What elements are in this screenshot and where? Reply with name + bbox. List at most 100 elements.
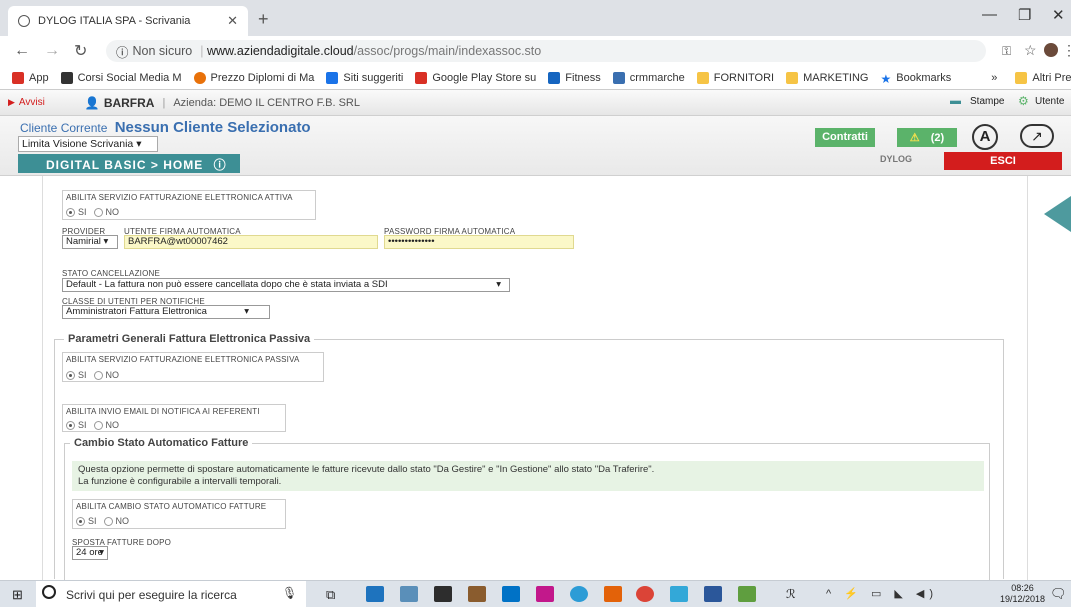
- classe-utenti-select[interactable]: Amministratori Fattura Elettronica ▾: [62, 305, 270, 319]
- word-icon[interactable]: [704, 586, 722, 602]
- close-tab-icon[interactable]: ✕: [227, 13, 238, 29]
- utente-firma-input[interactable]: BARFRA@wt00007462: [124, 235, 378, 249]
- radio-si[interactable]: [66, 420, 75, 430]
- radio-no[interactable]: [93, 207, 103, 217]
- browser-tab[interactable]: DYLOG ITALIA SPA - Scrivania ✕: [8, 6, 248, 36]
- signature-icon[interactable]: A: [972, 124, 998, 150]
- mail-icon[interactable]: [434, 586, 452, 602]
- bookmarks-more[interactable]: »: [991, 72, 997, 84]
- bookmark-item[interactable]: App: [12, 71, 49, 84]
- chevron-down-icon: ▾: [136, 138, 142, 150]
- system-tray-icons[interactable]: ^ ⚡ ▭ ◣ ◀): [826, 587, 938, 600]
- app-icon[interactable]: [604, 586, 622, 602]
- bookmarks-bar: App Corsi Social Media M Prezzo Diplomi …: [0, 66, 1071, 90]
- profile-avatar[interactable]: [1044, 43, 1058, 57]
- folder-icon: [696, 71, 709, 84]
- store-icon[interactable]: [468, 586, 486, 602]
- exit-button[interactable]: ESCI: [944, 152, 1062, 170]
- sposta-select[interactable]: 24 ore ▾: [72, 546, 108, 560]
- bookmark-icon: [60, 71, 73, 84]
- cambio-title: Cambio Stato Automatico Fatture: [70, 437, 253, 449]
- limita-visione-select[interactable]: Limita Visione Scrivania ▾: [18, 136, 158, 152]
- edge-icon[interactable]: [366, 586, 384, 602]
- avvisi-link[interactable]: Avvisi: [19, 97, 45, 108]
- abilita-cambio-label: ABILITA CAMBIO STATO AUTOMATICO FATTURE: [76, 502, 267, 511]
- info-box: Questa opzione permette di spostare auto…: [72, 461, 984, 491]
- bookmark-item[interactable]: Fitness: [548, 71, 601, 84]
- radio-si[interactable]: [76, 516, 85, 526]
- chrome-icon[interactable]: [636, 586, 654, 602]
- azienda-label: Azienda: DEMO IL CENTRO F.B. SRL: [173, 96, 360, 109]
- reload-icon[interactable]: ↻: [74, 41, 87, 61]
- bookmark-item[interactable]: ★ Bookmarks: [880, 72, 951, 86]
- radio-si[interactable]: [66, 370, 75, 380]
- app-top-bar: ▶ Avvisi 👤 BARFRA | Azienda: DEMO IL CEN…: [0, 90, 1071, 116]
- app-icon[interactable]: [570, 586, 588, 602]
- tab-title: DYLOG ITALIA SPA - Scrivania: [38, 15, 191, 27]
- warning-icon: ⚠: [909, 132, 920, 144]
- password-firma-input[interactable]: ••••••••••••••: [384, 235, 574, 249]
- cloud-icon[interactable]: ↗: [1020, 124, 1054, 148]
- avvisi-arrow-icon: ▶: [8, 97, 15, 107]
- bookmark-folder[interactable]: MARKETING: [786, 71, 868, 84]
- abilita-passiva-label: ABILITA SERVIZIO FATTURAZIONE ELETTRONIC…: [66, 355, 300, 364]
- stampe-link[interactable]: Stampe: [970, 96, 1004, 107]
- info-icon[interactable]: ⓘ: [214, 158, 227, 172]
- current-client-label: Cliente Corrente: [20, 121, 108, 135]
- windows-start-icon[interactable]: ⊞: [12, 587, 23, 603]
- contratti-button[interactable]: Contratti: [815, 128, 875, 147]
- app-header: Cliente Corrente Nessun Cliente Selezion…: [0, 116, 1071, 176]
- utente-link[interactable]: Utente: [1035, 96, 1064, 107]
- star-icon[interactable]: ☆: [1024, 42, 1037, 59]
- bookmark-item[interactable]: Prezzo Diplomi di Ma: [193, 71, 314, 84]
- info-icon[interactable]: ⓘ: [116, 42, 129, 61]
- radio-group-cambio: SI NO: [76, 516, 129, 526]
- key-icon[interactable]: ⚿: [1002, 44, 1011, 59]
- bookmark-icon: [612, 71, 625, 84]
- app-icon[interactable]: [738, 586, 756, 602]
- radio-no[interactable]: [93, 370, 103, 380]
- bookmark-icon: [548, 71, 561, 84]
- folder-icon: [786, 71, 799, 84]
- radio-no[interactable]: [103, 516, 113, 526]
- bookmark-item[interactable]: Corsi Social Media M: [60, 71, 182, 84]
- abilita-attiva-label: ABILITA SERVIZIO FATTURAZIONE ELETTRONIC…: [66, 193, 293, 202]
- url-domain: www.aziendadigitale.cloud: [207, 44, 354, 58]
- cortana-icon: [42, 585, 56, 599]
- bookmark-icon: [415, 71, 428, 84]
- microphone-icon[interactable]: 🎙: [282, 586, 297, 600]
- people-icon[interactable]: ℛ: [786, 587, 796, 601]
- browser-tab-bar: DYLOG ITALIA SPA - Scrivania ✕ + — ❐ ✕: [0, 0, 1071, 36]
- forward-icon[interactable]: →: [44, 42, 60, 60]
- maximize-icon[interactable]: ❐: [1018, 6, 1031, 24]
- radio-no[interactable]: [93, 420, 103, 430]
- bookmark-item[interactable]: crmmarche: [612, 71, 685, 84]
- menu-icon[interactable]: ⋮: [1062, 42, 1071, 59]
- back-icon[interactable]: ←: [14, 42, 30, 60]
- task-view-icon[interactable]: ⧉: [326, 587, 335, 603]
- taskbar-search[interactable]: Scrivi qui per eseguire la ricerca 🎙: [36, 581, 306, 608]
- current-client-value: Nessun Cliente Selezionato: [114, 119, 311, 136]
- new-tab-icon[interactable]: +: [258, 9, 269, 30]
- wifi-app-icon[interactable]: [670, 586, 688, 602]
- url-input[interactable]: ⓘ Non sicuro | www.aziendadigitale.cloud…: [106, 40, 986, 62]
- file-explorer-icon[interactable]: [400, 586, 418, 602]
- clock[interactable]: 08:26 19/12/2018: [1000, 583, 1045, 605]
- minimize-icon[interactable]: —: [982, 6, 997, 23]
- app-icon[interactable]: [536, 586, 554, 602]
- stato-cancellazione-select[interactable]: Default - La fattura non può essere canc…: [62, 278, 510, 292]
- notifications-icon[interactable]: 🗨: [1050, 586, 1067, 602]
- bookmark-folder[interactable]: FORNITORI: [696, 71, 774, 84]
- alerts-button[interactable]: ⚠ (2): [897, 128, 957, 147]
- bookmark-item[interactable]: Siti suggeriti: [326, 71, 403, 84]
- current-client: Cliente Corrente Nessun Cliente Selezion…: [20, 119, 311, 136]
- close-window-icon[interactable]: ✕: [1052, 6, 1065, 24]
- chevron-down-icon: ▾: [496, 279, 501, 290]
- other-bookmarks[interactable]: Altri Preferiti: [1015, 71, 1071, 84]
- radio-si[interactable]: [66, 207, 75, 217]
- side-panel-arrow-icon[interactable]: [1044, 196, 1071, 232]
- provider-select[interactable]: Namirial ▾: [62, 235, 118, 249]
- bookmark-item[interactable]: Google Play Store su: [415, 71, 536, 84]
- outlook-icon[interactable]: [502, 586, 520, 602]
- security-status: Non sicuro: [132, 44, 193, 58]
